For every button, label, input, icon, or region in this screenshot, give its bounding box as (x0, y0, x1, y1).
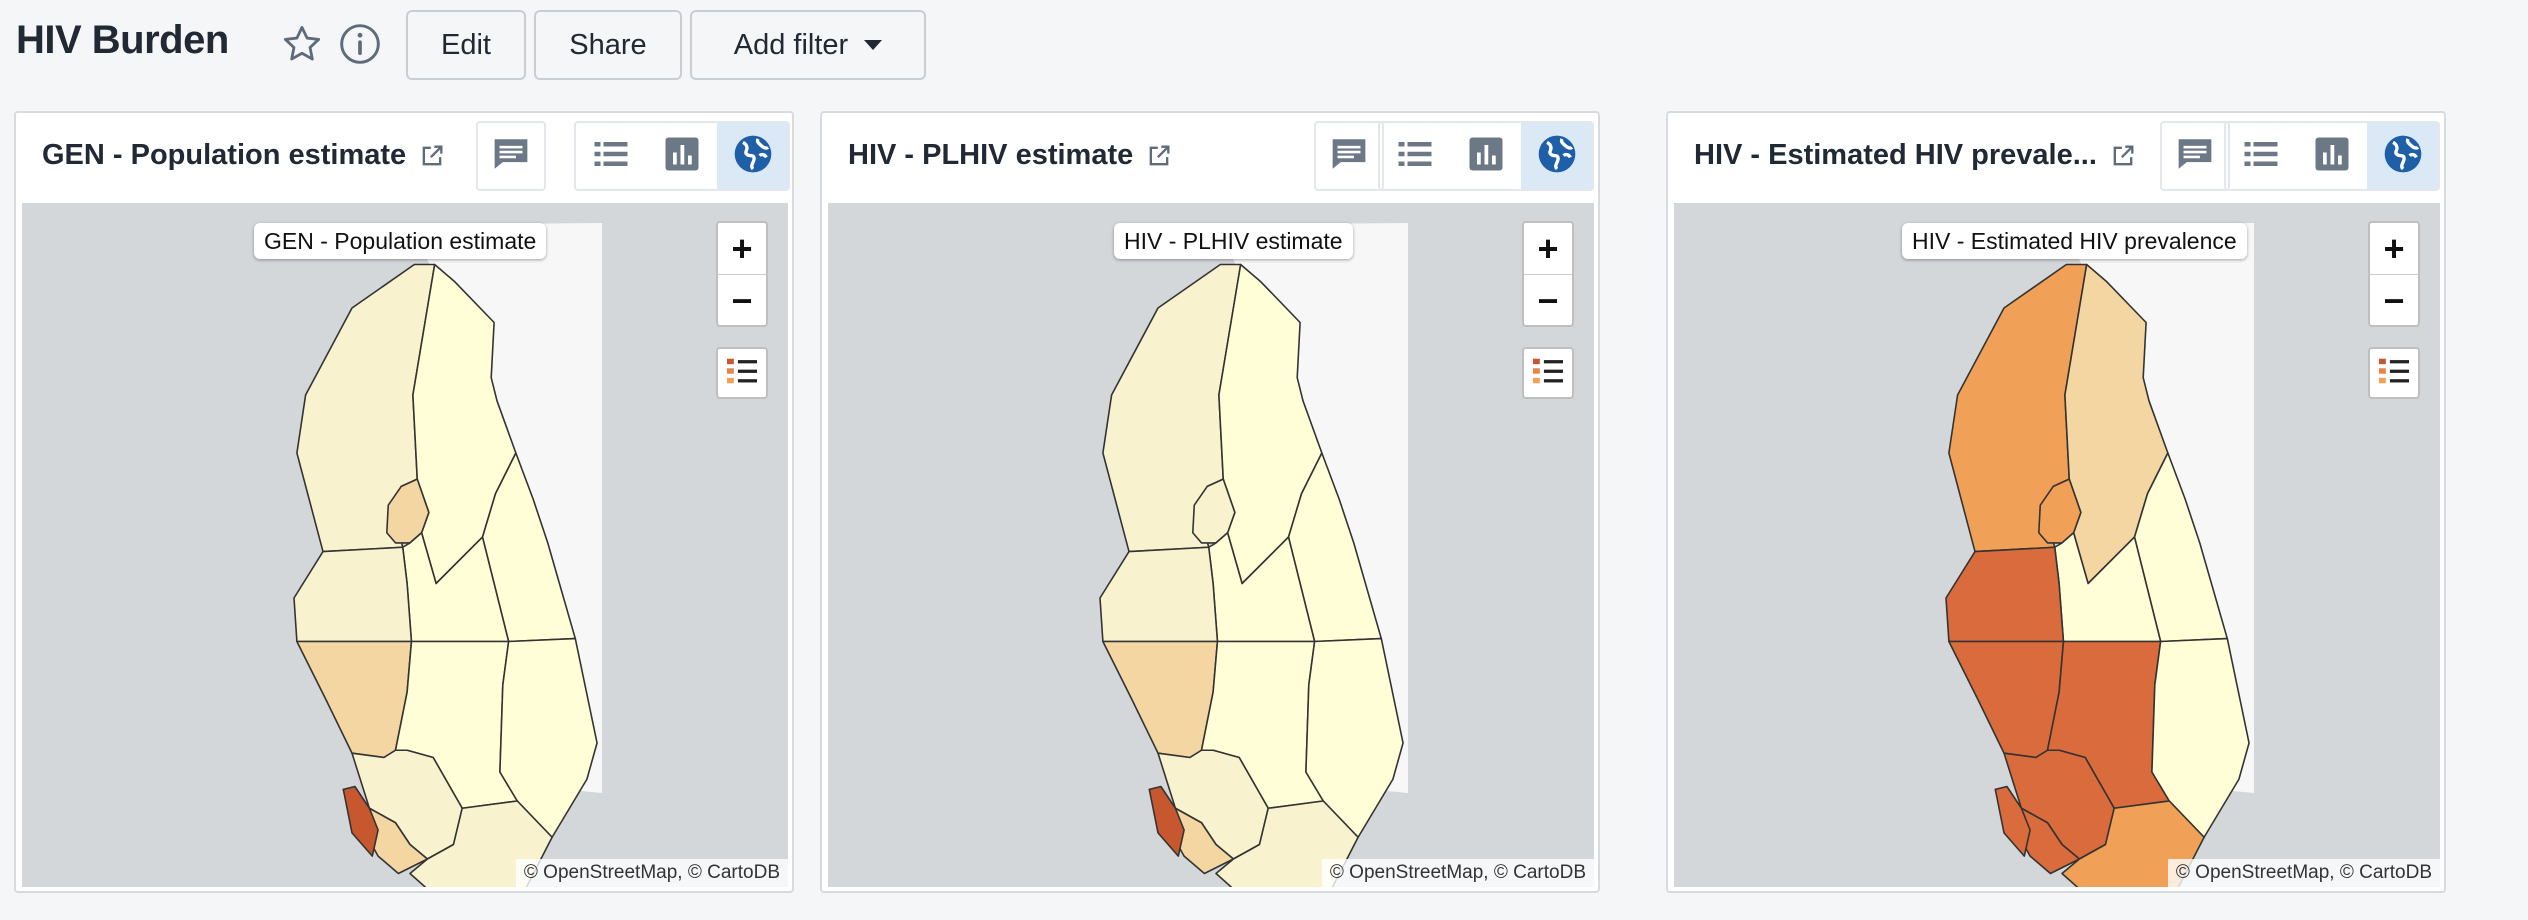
panel-title-text: HIV - PLHIV estimate (848, 139, 1134, 171)
dashlet-hiv-prevalence: HIV - Estimated HIV prevale... HIV - Est… (1666, 111, 2446, 893)
map-area[interactable]: HIV - PLHIV estimate + − © OpenStreetMap… (828, 203, 1594, 887)
map-title-label: HIV - Estimated HIV prevalence (1902, 223, 2247, 259)
comment-button[interactable] (2160, 121, 2230, 191)
region-south-west[interactable] (1948, 640, 2065, 759)
table-view-button[interactable] (576, 123, 647, 189)
map-view-button[interactable] (1521, 123, 1593, 189)
zoom-in-button[interactable]: + (718, 223, 766, 275)
map-title-label: GEN - Population estimate (254, 223, 547, 259)
comment-button[interactable] (476, 121, 546, 191)
region-west[interactable] (293, 546, 413, 643)
globe-icon (2383, 134, 2423, 179)
zoom-out-button[interactable]: − (2370, 275, 2418, 326)
zoom-in-button[interactable]: + (2370, 223, 2418, 275)
table-icon (2243, 139, 2279, 174)
map-attribution: © OpenStreetMap, © CartoDB (2167, 859, 2440, 887)
caret-down-icon (864, 40, 883, 50)
map-attribution: © OpenStreetMap, © CartoDB (515, 859, 788, 887)
choropleth-map (1945, 223, 2254, 887)
comment-icon (1329, 136, 1369, 177)
bar-chart-icon (2314, 136, 2350, 177)
map-area[interactable]: HIV - Estimated HIV prevalence + − © Ope… (1674, 203, 2440, 887)
comment-icon (2175, 136, 2215, 177)
zoom-control: + − (716, 221, 768, 327)
table-view-button[interactable] (2226, 123, 2297, 189)
choropleth-map (1099, 223, 1408, 887)
table-icon (593, 139, 629, 174)
zoom-control: + − (1522, 221, 1574, 327)
edit-button[interactable]: Edit (406, 10, 526, 80)
view-switcher (1378, 121, 1594, 191)
panel-title: GEN - Population estimate (42, 139, 446, 172)
table-view-button[interactable] (1380, 123, 1451, 189)
external-link-icon[interactable] (2109, 142, 2137, 170)
zoom-out-button[interactable]: − (718, 275, 766, 326)
zoom-out-button[interactable]: − (1524, 275, 1572, 326)
region-south-west[interactable] (296, 640, 413, 759)
page-title: HIV Burden (16, 18, 229, 62)
chart-view-button[interactable] (2297, 123, 2368, 189)
panel-title-text: HIV - Estimated HIV prevale... (1694, 139, 2097, 171)
view-switcher (574, 121, 790, 191)
legend-toggle-button[interactable] (716, 347, 768, 399)
choropleth-map (293, 223, 602, 887)
legend-toggle-button[interactable] (1522, 347, 1574, 399)
map-attribution: © OpenStreetMap, © CartoDB (1321, 859, 1594, 887)
view-switcher (2224, 121, 2440, 191)
share-button[interactable]: Share (534, 10, 682, 80)
external-link-icon[interactable] (418, 142, 446, 170)
globe-icon (733, 134, 773, 179)
dashboard-header: HIV Burden Edit Share Add filter (0, 0, 2528, 100)
legend-toggle-button[interactable] (2368, 347, 2420, 399)
chart-view-button[interactable] (647, 123, 718, 189)
zoom-in-button[interactable]: + (1524, 223, 1572, 275)
region-west[interactable] (1945, 546, 2065, 643)
legend-icon (725, 356, 759, 391)
map-view-button[interactable] (2367, 123, 2439, 189)
legend-icon (1531, 356, 1565, 391)
dashlet-population: GEN - Population estimate GEN - Populati… (14, 111, 794, 893)
info-icon[interactable] (338, 22, 382, 66)
comment-icon (491, 136, 531, 177)
panel-title: HIV - Estimated HIV prevale... (1694, 139, 2137, 172)
add-filter-button[interactable]: Add filter (690, 10, 926, 80)
panel-title: HIV - PLHIV estimate (848, 139, 1173, 172)
comment-button[interactable] (1314, 121, 1384, 191)
chart-view-button[interactable] (1451, 123, 1522, 189)
external-link-icon[interactable] (1145, 142, 1173, 170)
table-icon (1397, 139, 1433, 174)
legend-icon (2377, 356, 2411, 391)
map-title-label: HIV - PLHIV estimate (1114, 223, 1353, 259)
add-filter-label: Add filter (733, 28, 849, 61)
dashlet-plhiv: HIV - PLHIV estimate HIV - PLHIV estimat… (820, 111, 1600, 893)
star-icon[interactable] (280, 22, 324, 66)
map-view-button[interactable] (717, 123, 789, 189)
region-west[interactable] (1099, 546, 1219, 643)
panel-title-text: GEN - Population estimate (42, 139, 407, 171)
bar-chart-icon (1468, 136, 1504, 177)
map-area[interactable]: GEN - Population estimate + − © OpenStre… (22, 203, 788, 887)
bar-chart-icon (664, 136, 700, 177)
zoom-control: + − (2368, 221, 2420, 327)
globe-icon (1537, 134, 1577, 179)
region-south-west[interactable] (1102, 640, 1219, 759)
